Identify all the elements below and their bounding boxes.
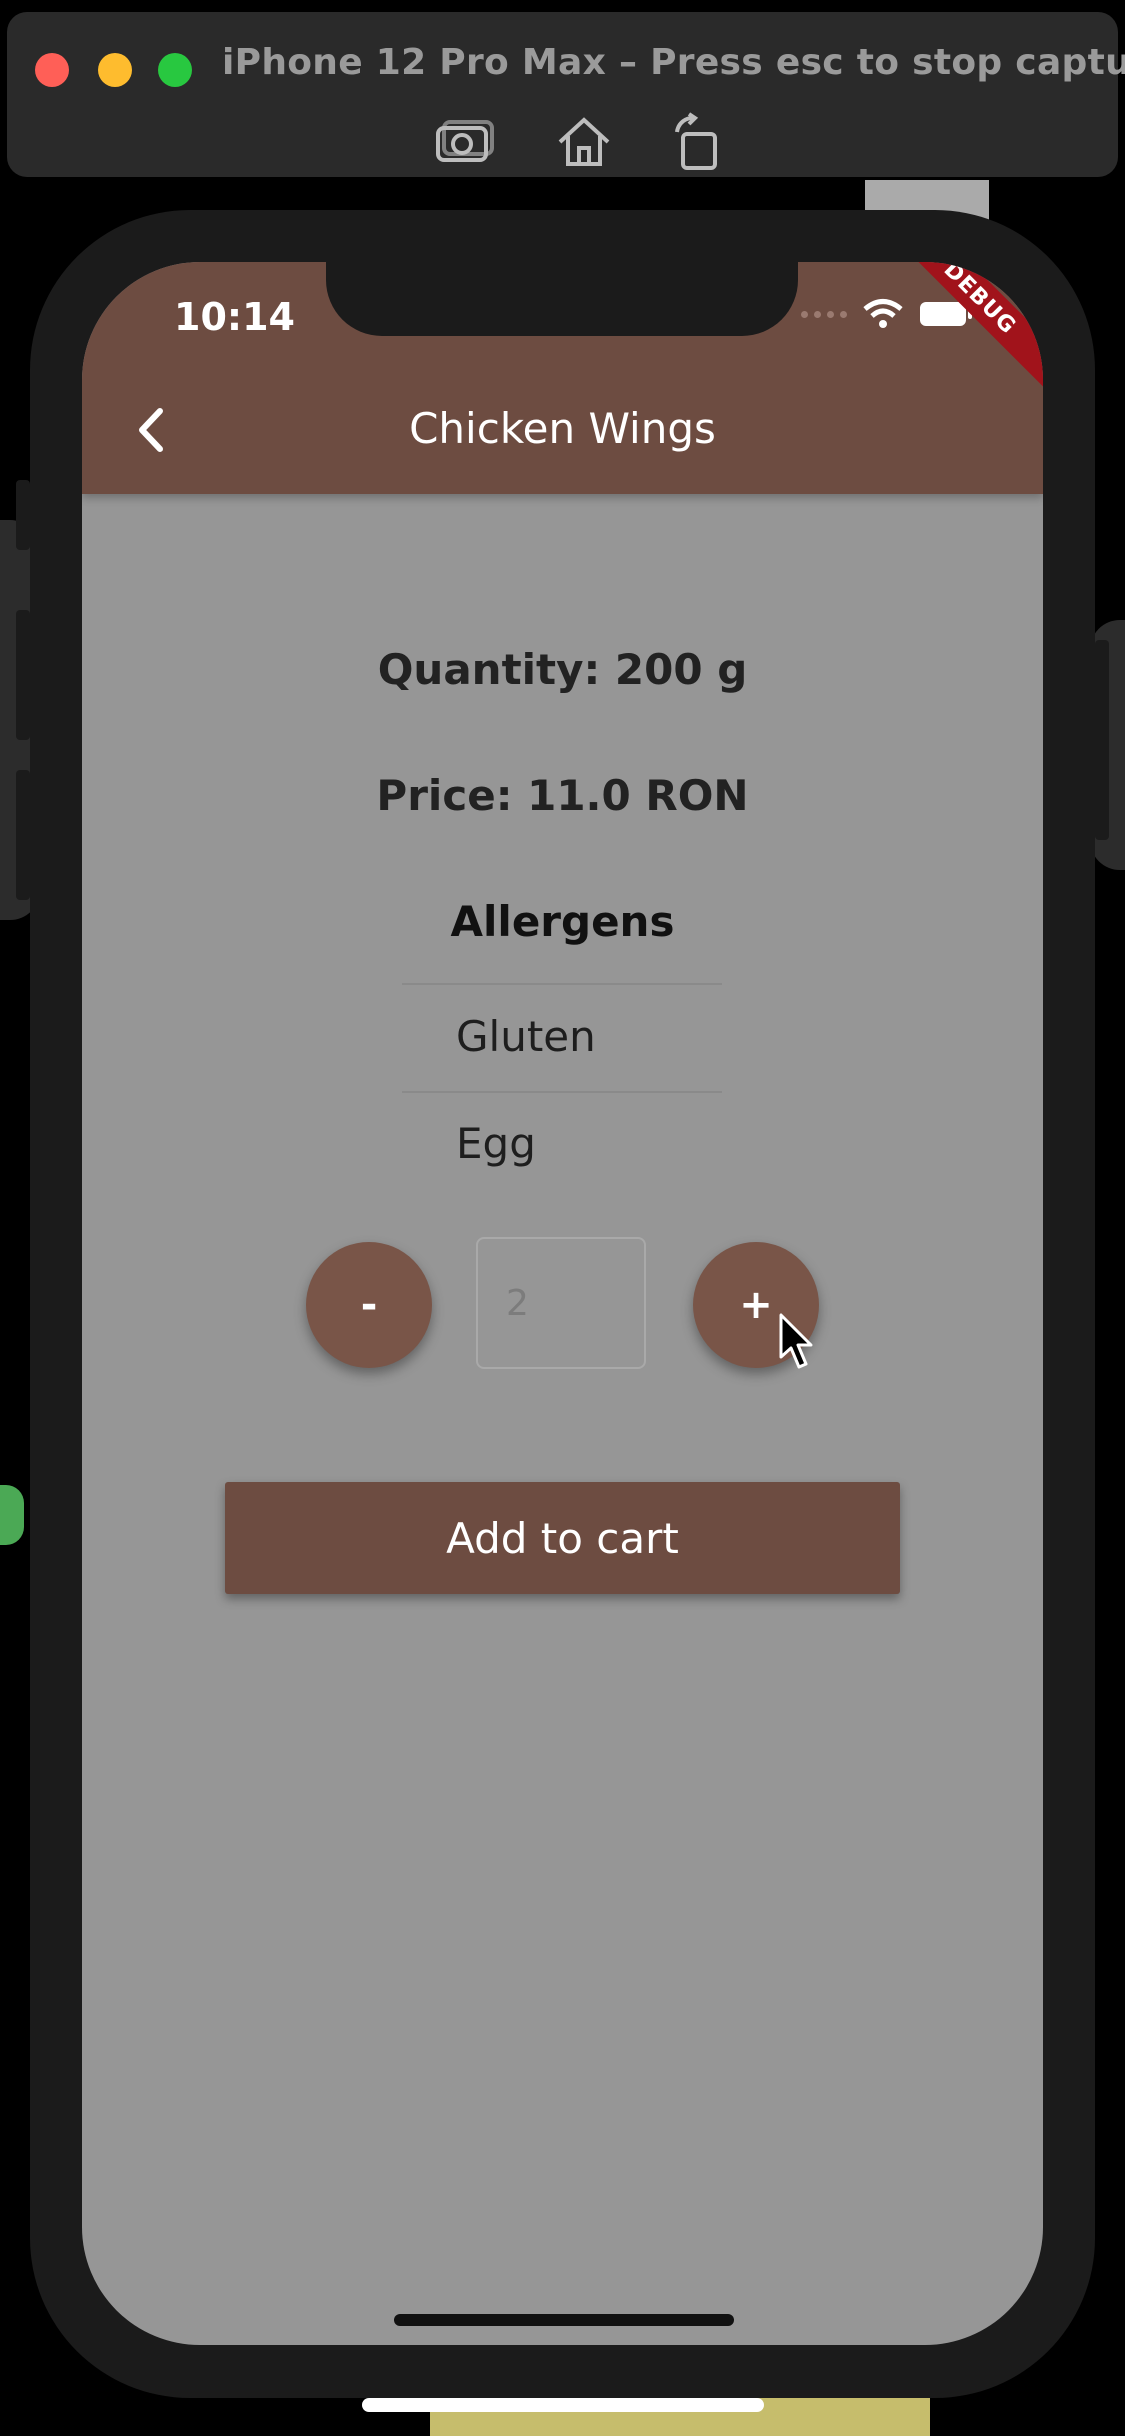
add-to-cart-button[interactable]: Add to cart bbox=[225, 1482, 900, 1594]
divider bbox=[402, 1091, 722, 1093]
simulator-title: iPhone 12 Pro Max – Press esc to stop ca… bbox=[222, 42, 1125, 83]
phone-screen: 10:14 DEBUG Chicken Wings Quantity: 200 … bbox=[82, 262, 1043, 2345]
home-indicator bbox=[394, 2314, 734, 2326]
signal-icon bbox=[801, 310, 847, 318]
quantity-input[interactable]: 2 bbox=[476, 1237, 646, 1369]
page-title: Chicken Wings bbox=[409, 404, 716, 453]
mouse-cursor-icon bbox=[779, 1313, 813, 1369]
background-window-fragment bbox=[0, 1485, 24, 1545]
divider bbox=[402, 983, 722, 985]
host-home-indicator bbox=[362, 2398, 764, 2412]
side-button bbox=[1095, 640, 1109, 840]
allergen-item: Gluten bbox=[456, 1012, 596, 1061]
camera-icon[interactable] bbox=[432, 110, 496, 174]
side-button bbox=[16, 480, 30, 550]
home-icon[interactable] bbox=[552, 110, 616, 174]
zoom-window-button[interactable] bbox=[158, 53, 192, 87]
status-time: 10:14 bbox=[174, 295, 295, 339]
wifi-icon bbox=[863, 299, 903, 328]
minimize-window-button[interactable] bbox=[98, 53, 132, 87]
close-window-button[interactable] bbox=[35, 53, 69, 87]
side-button bbox=[16, 770, 30, 900]
allergen-item: Egg bbox=[456, 1119, 536, 1168]
app-bar: 10:14 DEBUG Chicken Wings bbox=[82, 262, 1043, 494]
notch bbox=[326, 262, 798, 336]
status-icons bbox=[801, 298, 973, 330]
quantity-text: Quantity: 200 g bbox=[377, 645, 748, 694]
allergens-heading: Allergens bbox=[450, 897, 675, 946]
price-text: Price: 11.0 RON bbox=[376, 771, 749, 820]
rotate-icon[interactable] bbox=[667, 110, 731, 174]
simulator-window-bar: iPhone 12 Pro Max – Press esc to stop ca… bbox=[7, 12, 1125, 177]
decrease-quantity-button[interactable]: - bbox=[306, 1242, 432, 1368]
side-button bbox=[16, 610, 30, 740]
